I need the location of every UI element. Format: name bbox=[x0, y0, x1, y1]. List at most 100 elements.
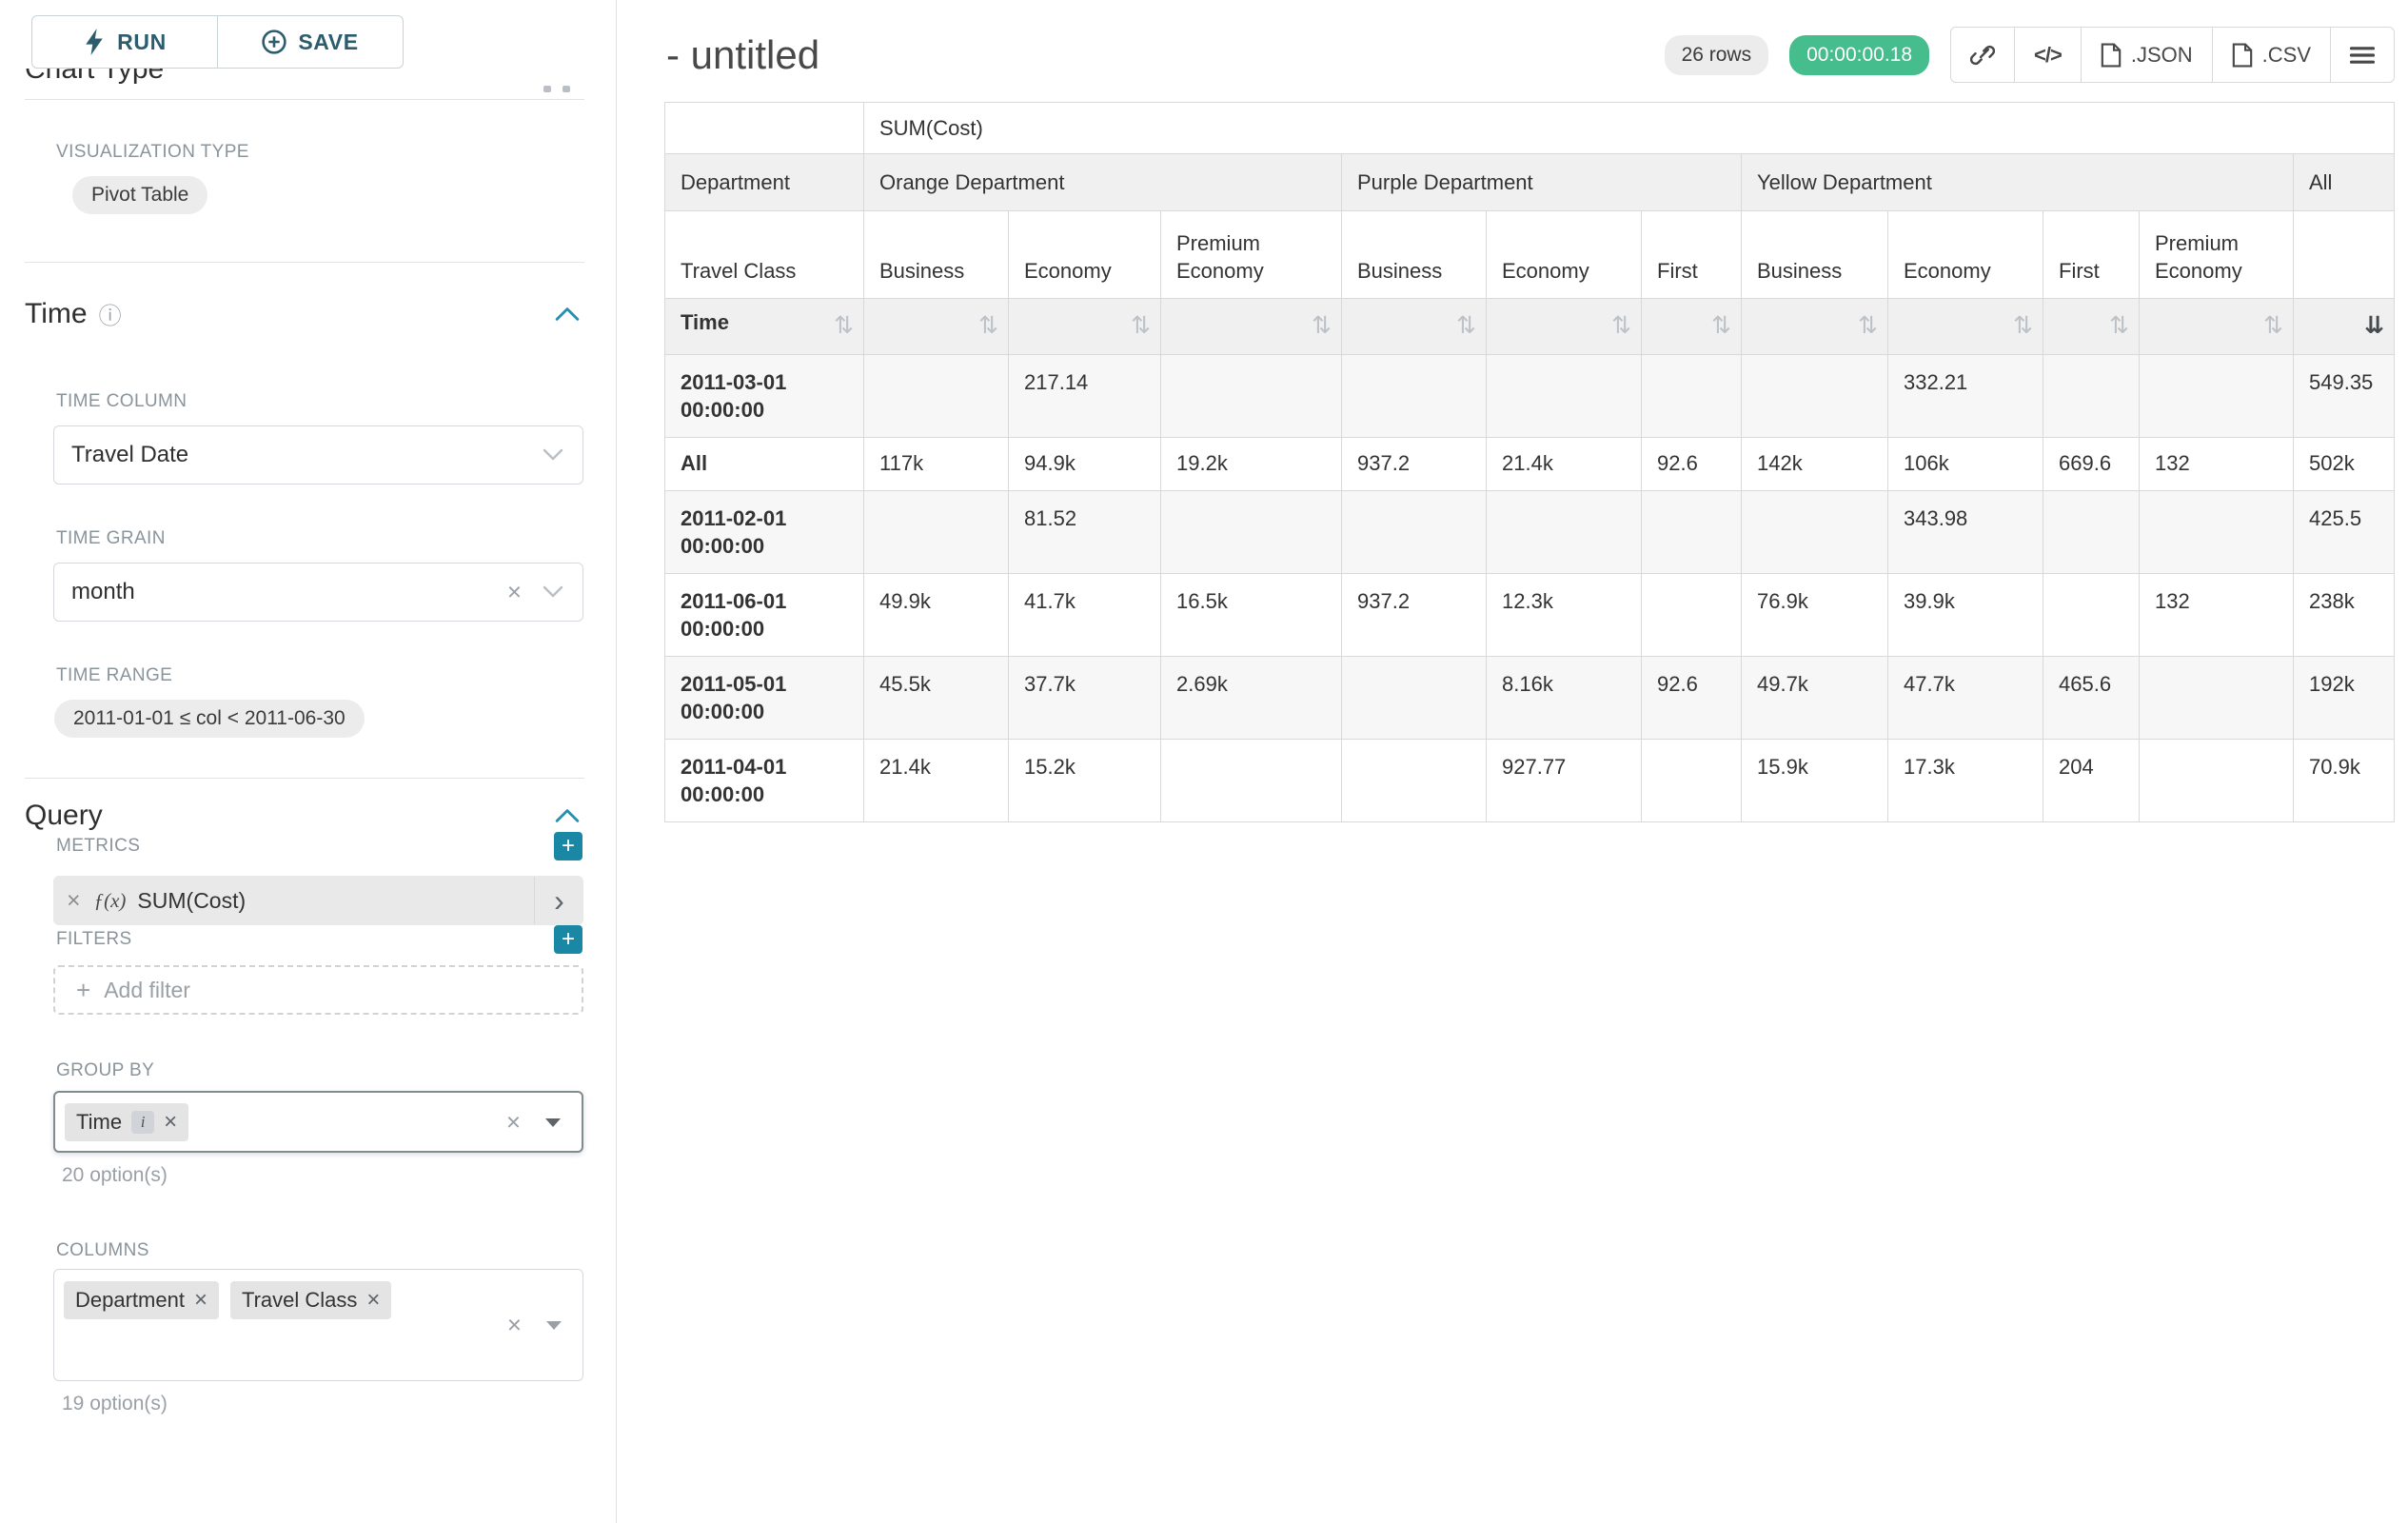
data-cell bbox=[1342, 657, 1487, 740]
sort-icon[interactable]: ⇅ bbox=[1858, 308, 1878, 345]
data-cell: 465.6 bbox=[2043, 657, 2140, 740]
table-row: All117k94.9k19.2k937.221.4k92.6142k106k6… bbox=[665, 438, 2395, 491]
data-cell: 142k bbox=[1742, 438, 1888, 491]
remove-metric-icon[interactable]: × bbox=[53, 887, 94, 915]
data-cell: 8.16k bbox=[1487, 657, 1642, 740]
clear-icon[interactable]: × bbox=[506, 1107, 521, 1137]
data-cell: 76.9k bbox=[1742, 574, 1888, 657]
data-cell bbox=[1342, 491, 1487, 574]
sort-cell: ⇅ bbox=[864, 299, 1009, 355]
data-cell bbox=[1342, 355, 1487, 438]
data-cell: 15.2k bbox=[1009, 740, 1161, 822]
data-cell bbox=[2140, 491, 2294, 574]
columns-label: COLUMNS bbox=[56, 1240, 616, 1261]
sort-icon[interactable]: ⇅ bbox=[1312, 308, 1332, 345]
time-column-value: Travel Date bbox=[71, 442, 188, 468]
chevron-down-icon[interactable] bbox=[543, 448, 563, 462]
sub-col-header: Business bbox=[1342, 211, 1487, 299]
data-cell: 332.21 bbox=[1888, 355, 2043, 438]
divider bbox=[25, 99, 584, 100]
sub-col-header: Economy bbox=[1487, 211, 1642, 299]
sub-col-header: Economy bbox=[1888, 211, 2043, 299]
add-metric-button[interactable]: + bbox=[554, 832, 582, 860]
query-timer-badge: 00:00:00.18 bbox=[1789, 35, 1929, 75]
add-filter-button[interactable]: + Add filter bbox=[53, 965, 583, 1015]
sort-cell: ⇅ bbox=[1342, 299, 1487, 355]
clear-icon[interactable]: × bbox=[507, 578, 522, 607]
chevron-down-icon[interactable] bbox=[543, 1117, 563, 1128]
time-grain-label: TIME GRAIN bbox=[56, 528, 616, 549]
download-json-button[interactable]: .JSON bbox=[2081, 27, 2213, 83]
time-section-title: Time bbox=[25, 298, 88, 330]
data-cell bbox=[1487, 491, 1642, 574]
file-icon bbox=[2101, 43, 2122, 68]
data-cell bbox=[1742, 491, 1888, 574]
download-csv-button[interactable]: .CSV bbox=[2212, 27, 2331, 83]
control-panel: RUN SAVE Chart Type VISUALIZATION TYPE P… bbox=[0, 0, 617, 1523]
data-cell: 132 bbox=[2140, 574, 2294, 657]
chevron-down-icon[interactable] bbox=[543, 585, 563, 599]
chart-header-controls: 26 rows 00:00:00.18 </> bbox=[1665, 27, 2395, 83]
sort-icon[interactable]: ⇅ bbox=[2263, 308, 2283, 345]
data-cell: 12.3k bbox=[1487, 574, 1642, 657]
data-cell: 106k bbox=[1888, 438, 2043, 491]
chart-type-section-clipped: Chart Type bbox=[25, 69, 580, 97]
time-grain-select[interactable]: month × bbox=[53, 563, 583, 622]
data-cell: 669.6 bbox=[2043, 438, 2140, 491]
col-group-header: Orange Department bbox=[864, 154, 1342, 211]
pivot-table: SUM(Cost)DepartmentOrange DepartmentPurp… bbox=[664, 102, 2395, 822]
sort-icon[interactable]: ⇅ bbox=[978, 308, 998, 345]
embed-code-button[interactable]: </> bbox=[2014, 27, 2082, 83]
group-by-select[interactable]: Time i × × bbox=[53, 1091, 583, 1153]
time-range-chip[interactable]: 2011-01-01 ≤ col < 2011-06-30 bbox=[54, 700, 365, 738]
data-cell: 39.9k bbox=[1888, 574, 2043, 657]
sub-col-header: Business bbox=[1742, 211, 1888, 299]
save-button[interactable]: SAVE bbox=[217, 15, 404, 69]
data-cell: 204 bbox=[2043, 740, 2140, 822]
sort-icon[interactable]: ⇅ bbox=[2013, 308, 2033, 345]
data-cell: 49.7k bbox=[1742, 657, 1888, 740]
sort-cell: ⇅ bbox=[1888, 299, 2043, 355]
chevron-down-icon[interactable] bbox=[544, 1319, 563, 1331]
chevron-up-icon[interactable] bbox=[555, 808, 580, 823]
sort-icon[interactable]: ⇅ bbox=[834, 308, 854, 345]
remove-tag-icon[interactable]: × bbox=[164, 1109, 177, 1136]
data-cell: 47.7k bbox=[1888, 657, 2043, 740]
chevron-up-icon[interactable] bbox=[555, 307, 580, 322]
sort-icon[interactable]: ⇅ bbox=[1456, 308, 1476, 345]
columns-select[interactable]: Department × Travel Class × × bbox=[53, 1269, 583, 1381]
time-section-header[interactable]: Time ⓘ bbox=[25, 297, 580, 330]
columns-tag-travel-class: Travel Class × bbox=[230, 1281, 391, 1319]
sort-icon[interactable]: ⇅ bbox=[1611, 308, 1631, 345]
tag-label: Department bbox=[75, 1288, 185, 1313]
data-cell: 94.9k bbox=[1009, 438, 1161, 491]
table-row: 2011-05-01 00:00:0045.5k37.7k2.69k8.16k9… bbox=[665, 657, 2395, 740]
visualization-type-chip[interactable]: Pivot Table bbox=[72, 176, 207, 214]
remove-tag-icon[interactable]: × bbox=[366, 1287, 380, 1314]
columns-options-hint: 19 option(s) bbox=[62, 1393, 616, 1415]
data-cell bbox=[2043, 491, 2140, 574]
clear-icon[interactable]: × bbox=[507, 1311, 522, 1340]
sort-icon[interactable]: ⇅ bbox=[1711, 308, 1731, 345]
sort-icon[interactable]: ⇅ bbox=[2109, 308, 2129, 345]
sort-icon[interactable]: ⇊ bbox=[2364, 308, 2384, 345]
query-section-header[interactable]: Query bbox=[25, 800, 580, 832]
data-cell: 425.5 bbox=[2294, 491, 2395, 574]
explore-view: RUN SAVE Chart Type VISUALIZATION TYPE P… bbox=[0, 0, 2408, 1523]
fx-icon: ƒ(x) bbox=[94, 889, 127, 913]
time-column-select[interactable]: Travel Date bbox=[53, 425, 583, 485]
query-section-title: Query bbox=[25, 800, 103, 832]
metric-pill[interactable]: × ƒ(x) SUM(Cost) › bbox=[53, 876, 583, 925]
menu-button[interactable] bbox=[2330, 27, 2395, 83]
metrics-label-row: METRICS + bbox=[56, 832, 582, 860]
sort-icon[interactable]: ⇅ bbox=[1131, 308, 1151, 345]
add-filter-plus-button[interactable]: + bbox=[554, 925, 582, 954]
data-cell: 92.6 bbox=[1642, 438, 1742, 491]
data-cell: 49.9k bbox=[864, 574, 1009, 657]
data-cell: 217.14 bbox=[1009, 355, 1161, 438]
run-button[interactable]: RUN bbox=[31, 15, 218, 69]
copy-link-button[interactable] bbox=[1950, 27, 2015, 83]
sort-cell: ⇅ bbox=[2140, 299, 2294, 355]
remove-tag-icon[interactable]: × bbox=[194, 1287, 207, 1314]
caret-right-icon[interactable]: › bbox=[534, 877, 583, 924]
